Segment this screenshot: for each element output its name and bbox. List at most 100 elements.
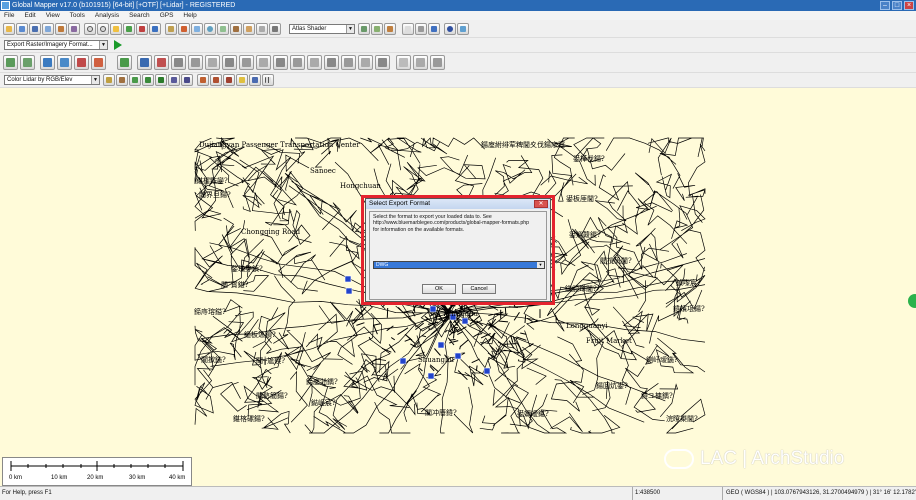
digitizer-tool-23-icon[interactable] <box>396 55 411 70</box>
lidar-tool-8-icon[interactable] <box>197 74 209 86</box>
cancel-button[interactable]: Cancel <box>462 284 496 294</box>
dialog-close-icon[interactable]: ✕ <box>534 200 548 208</box>
lidar-tool-9-icon[interactable] <box>210 74 222 86</box>
poi-marker-icon[interactable] <box>429 305 437 313</box>
menu-analysis[interactable]: Analysis <box>95 11 119 20</box>
digitizer-tool-3-icon[interactable] <box>40 55 55 70</box>
lidar-tool-4-icon[interactable] <box>142 74 154 86</box>
menu-search[interactable]: Search <box>129 11 150 20</box>
digitizer-tool-14-icon[interactable] <box>239 55 254 70</box>
lidar-tool-10-icon[interactable] <box>223 74 235 86</box>
poi-marker-icon[interactable] <box>345 287 353 295</box>
dialog-link[interactable]: http://www.bluemarblegeo.com/products/gl… <box>373 220 543 226</box>
floating-indicator-icon[interactable] <box>908 294 916 308</box>
digitizer-tool-17-icon[interactable] <box>290 55 305 70</box>
3d-view-icon[interactable] <box>230 23 242 35</box>
close-window-button[interactable]: × <box>904 1 914 10</box>
minimize-button[interactable]: – <box>880 1 890 10</box>
digitizer-tool-21-icon[interactable] <box>358 55 373 70</box>
lidar-tool-7-icon[interactable] <box>181 74 193 86</box>
zoom-out-icon[interactable] <box>97 23 109 35</box>
digitizer-tool-16-icon[interactable] <box>273 55 288 70</box>
digitizer-tool-19-icon[interactable] <box>324 55 339 70</box>
lidar-tool-5-icon[interactable] <box>155 74 167 86</box>
menu-gps[interactable]: GPS <box>160 11 174 20</box>
open-folder-icon[interactable] <box>3 23 15 35</box>
search-icon[interactable] <box>204 23 216 35</box>
poi-marker-icon[interactable] <box>437 341 445 349</box>
overlay-icon[interactable] <box>68 23 80 35</box>
select-tool-icon[interactable] <box>165 23 177 35</box>
open-data-icon[interactable] <box>16 23 28 35</box>
gps-icon[interactable] <box>444 23 456 35</box>
shader-options-icon[interactable] <box>358 23 370 35</box>
digitizer-tool-25-icon[interactable] <box>430 55 445 70</box>
poi-marker-icon[interactable] <box>461 317 469 325</box>
poi-marker-icon[interactable] <box>427 372 435 380</box>
map-label: Shuangliu <box>418 356 454 364</box>
pan-icon[interactable] <box>110 23 122 35</box>
digitizer-tool-11-icon[interactable] <box>188 55 203 70</box>
digitizer-tool-5-icon[interactable] <box>74 55 89 70</box>
menu-help[interactable]: Help <box>183 11 196 20</box>
undo-icon[interactable] <box>402 23 414 35</box>
export-format-dropdown[interactable]: DWG ▼ <box>373 261 545 269</box>
zoom-in-icon[interactable] <box>84 23 96 35</box>
maximize-button[interactable]: □ <box>892 1 902 10</box>
layers-icon[interactable] <box>42 23 54 35</box>
poi-marker-icon[interactable] <box>399 357 407 365</box>
digitizer-tool-10-icon[interactable] <box>171 55 186 70</box>
hill-shade-icon[interactable] <box>371 23 383 35</box>
digitizer-tool-9-icon[interactable] <box>154 55 169 70</box>
digitizer-tool-1-icon[interactable] <box>3 55 18 70</box>
measure-icon[interactable] <box>136 23 148 35</box>
export-format-select[interactable]: Export Raster/Imagery Format... ▼ <box>4 40 108 50</box>
lidar-tool-2-icon[interactable] <box>116 74 128 86</box>
digitizer-tool-7-icon[interactable] <box>117 55 132 70</box>
menu-file[interactable]: File <box>4 11 14 20</box>
wechat-icon <box>664 449 694 469</box>
digitizer-tool-18-icon[interactable] <box>307 55 322 70</box>
digitizer-tool-13-icon[interactable] <box>222 55 237 70</box>
lidar-color-select[interactable]: Color Lidar by RGB/Elev ▼ <box>4 75 100 85</box>
ok-button[interactable]: OK <box>422 284 456 294</box>
full-view-icon[interactable] <box>123 23 135 35</box>
digitizer-tool-2-icon[interactable] <box>20 55 35 70</box>
lidar-tool-11-icon[interactable] <box>236 74 248 86</box>
run-export-icon[interactable] <box>114 40 122 50</box>
digitizer-tool-24-icon[interactable] <box>413 55 428 70</box>
print-icon[interactable] <box>415 23 427 35</box>
poi-marker-icon[interactable] <box>454 352 462 360</box>
save-workspace-icon[interactable] <box>29 23 41 35</box>
grid-icon[interactable] <box>217 23 229 35</box>
lidar-tool-6-icon[interactable] <box>168 74 180 86</box>
grid-view-icon[interactable] <box>262 74 274 86</box>
view-shed-icon[interactable] <box>256 23 268 35</box>
digitizer-tool-20-icon[interactable] <box>341 55 356 70</box>
digitizer-tool-4-icon[interactable] <box>57 55 72 70</box>
digitizer-icon[interactable] <box>178 23 190 35</box>
shader-select[interactable]: Atlas Shader ▼ <box>289 24 355 34</box>
poi-marker-icon[interactable] <box>344 275 352 283</box>
image-icon[interactable] <box>191 23 203 35</box>
digitizer-tool-12-icon[interactable] <box>205 55 220 70</box>
menu-edit[interactable]: Edit <box>24 11 35 20</box>
menu-tools[interactable]: Tools <box>70 11 85 20</box>
digitizer-tool-15-icon[interactable] <box>256 55 271 70</box>
pin-icon[interactable] <box>269 23 281 35</box>
menu-view[interactable]: View <box>46 11 60 20</box>
gps-track-icon[interactable] <box>457 23 469 35</box>
map-label: 閬撳鍦? <box>201 356 226 364</box>
lidar-tool-3-icon[interactable] <box>129 74 141 86</box>
lidar-tool-12-icon[interactable] <box>249 74 261 86</box>
digitizer-tool-8-icon[interactable] <box>137 55 152 70</box>
path-profile-icon[interactable] <box>243 23 255 35</box>
digitizer-tool-6-icon[interactable] <box>91 55 106 70</box>
lidar-tool-1-icon[interactable] <box>103 74 115 86</box>
digitizer-tool-22-icon[interactable] <box>375 55 390 70</box>
help-icon[interactable] <box>428 23 440 35</box>
info-icon[interactable] <box>149 23 161 35</box>
contrast-icon[interactable] <box>384 23 396 35</box>
poi-marker-icon[interactable] <box>483 367 491 375</box>
config-icon[interactable] <box>55 23 67 35</box>
